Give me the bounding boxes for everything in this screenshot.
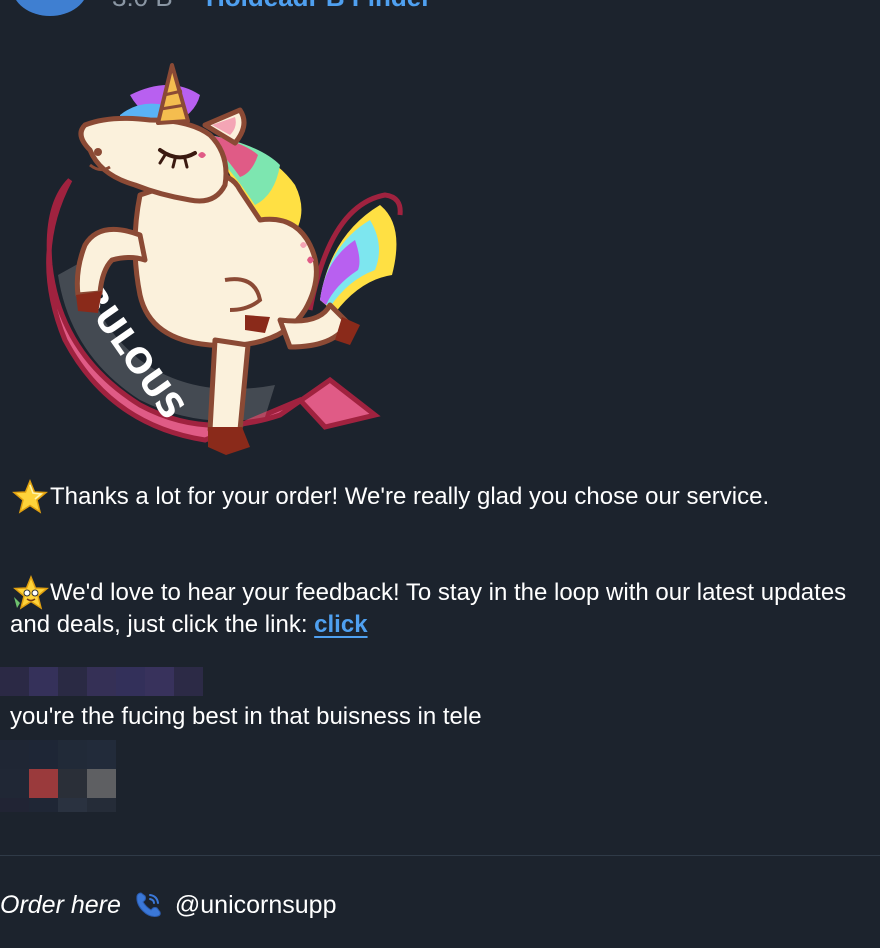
star-struck-icon [10,575,50,610]
avatar[interactable] [12,0,88,16]
message-paragraph-3: you're the fucing best in that buisness … [10,703,482,730]
order-label: Order here [0,890,121,919]
message-paragraph-2: We'd love to hear your feedback! To stay… [10,575,872,641]
phone-icon [133,890,163,920]
message-paragraph-1: Thanks a lot for your order! We're reall… [10,479,872,514]
blurred-content [0,667,203,696]
star-icon [10,479,50,514]
sender-name[interactable]: HoldeadPB Finder [206,0,431,13]
header-meta: 3:0 B [112,0,173,13]
unicorn-sticker[interactable]: BULOUS [30,55,410,465]
unicorn-head [78,115,229,204]
chat-view: 3:0 B HoldeadPB Finder BULOUS [0,0,880,948]
support-handle[interactable]: @unicornsupp [175,891,337,920]
feedback-link[interactable]: click [314,611,367,638]
blurred-image [0,740,116,812]
message-line-1: Thanks a lot for your order! We're reall… [50,483,770,510]
divider [0,855,880,856]
footer: Order here @unicornsupp [0,887,336,923]
message-line-2: We'd love to hear your feedback! To stay… [10,579,847,638]
